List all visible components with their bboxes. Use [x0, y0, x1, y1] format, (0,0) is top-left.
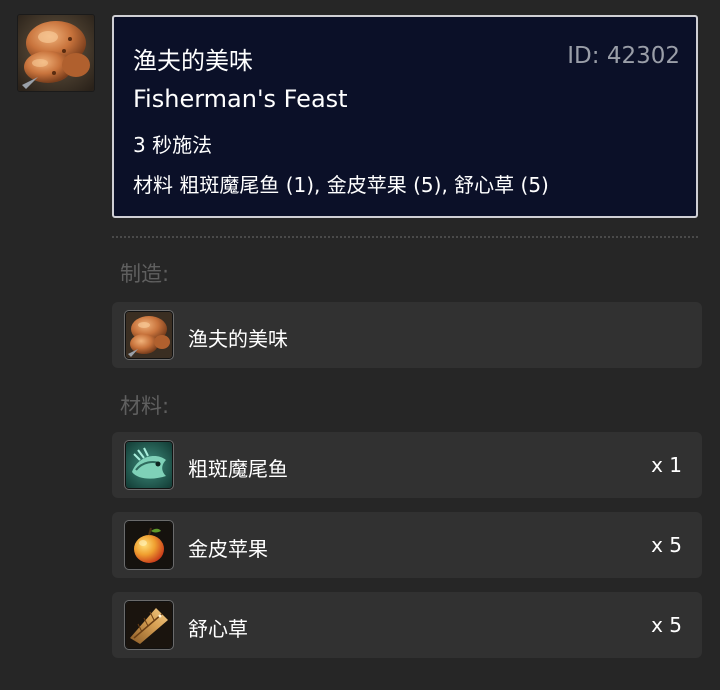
material-label: 粗斑魔尾鱼 [188, 457, 288, 481]
fishermans-feast-icon [126, 312, 172, 358]
material-row-soothing-herb[interactable]: 舒心草 x 5 [112, 592, 702, 658]
material-label: 舒心草 [188, 617, 248, 641]
tooltip-cast-time: 3 秒施法 [133, 133, 213, 157]
tooltip-reagents: 材料 粗斑魔尾鱼 (1), 金皮苹果 (5), 舒心草 (5) [133, 173, 549, 197]
tooltip-id: ID: 42302 [567, 43, 680, 69]
spotted-feltail-icon [126, 442, 172, 488]
materials-section-label: 材料: [120, 394, 170, 418]
golden-apple-icon [126, 522, 172, 568]
creates-item-label: 渔夫的美味 [188, 327, 288, 351]
material-count: x 5 [651, 533, 682, 557]
recipe-page: 渔夫的美味 ID: 42302 Fisherman's Feast 3 秒施法 … [0, 0, 720, 690]
fishermans-feast-icon[interactable] [18, 15, 94, 91]
material-count: x 1 [651, 453, 682, 477]
material-row-spotted-feltail[interactable]: 粗斑魔尾鱼 x 1 [112, 432, 702, 498]
material-row-golden-apple[interactable]: 金皮苹果 x 5 [112, 512, 702, 578]
section-divider [112, 236, 698, 238]
creates-section-label: 制造: [120, 262, 170, 286]
material-label: 金皮苹果 [188, 537, 268, 561]
tooltip-title: 渔夫的美味 [133, 47, 253, 75]
spell-tooltip: 渔夫的美味 ID: 42302 Fisherman's Feast 3 秒施法 … [112, 15, 698, 218]
tooltip-english-name: Fisherman's Feast [133, 85, 348, 113]
soothing-herb-icon [126, 602, 172, 648]
material-count: x 5 [651, 613, 682, 637]
creates-item-row[interactable]: 渔夫的美味 [112, 302, 702, 368]
